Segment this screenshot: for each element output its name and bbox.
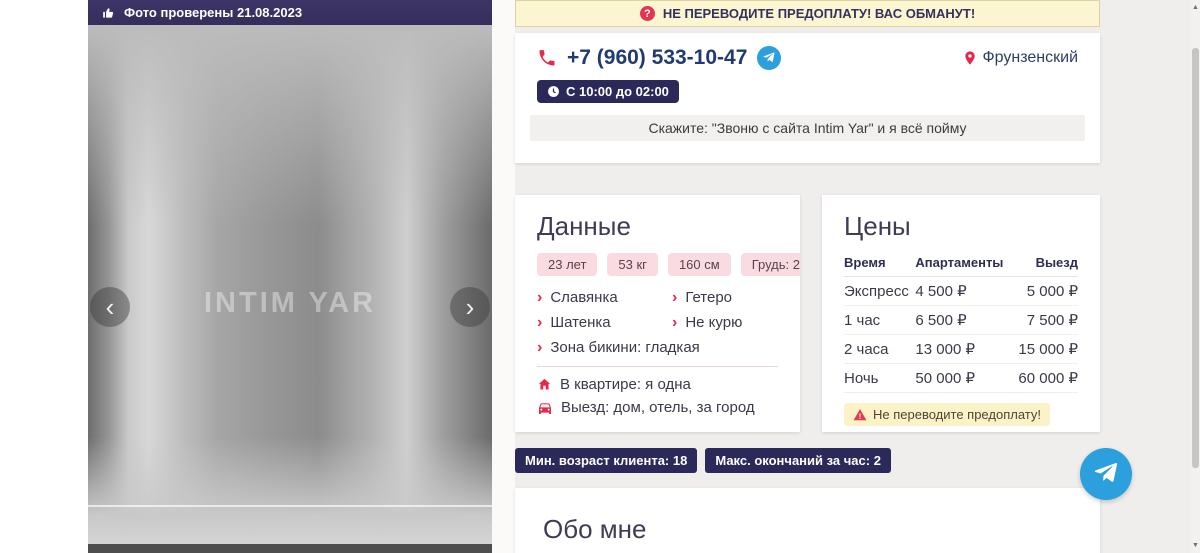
trait-label: Славянка bbox=[550, 289, 617, 306]
working-hours-label: С 10:00 до 02:00 bbox=[566, 84, 669, 99]
about-card: Обо мне bbox=[515, 488, 1100, 553]
price-outcall: 5 000 ₽ bbox=[1012, 277, 1078, 306]
warning-triangle-icon bbox=[853, 408, 867, 422]
chevron-right-icon: › bbox=[672, 315, 677, 331]
table-row: Экспресс 4 500 ₽ 5 000 ₽ bbox=[844, 277, 1078, 306]
profile-photo[interactable]: INTIM YAR ‹ › bbox=[88, 25, 492, 553]
column-gap bbox=[492, 0, 515, 553]
price-time: Экспресс bbox=[844, 277, 915, 306]
trait-item: › Шатенка bbox=[537, 314, 672, 331]
thumbs-up-icon bbox=[102, 6, 116, 20]
carousel-next-button[interactable]: › bbox=[450, 287, 490, 327]
prepayment-chip-label: Не переводите предоплату! bbox=[873, 407, 1041, 422]
price-outcall: 7 500 ₽ bbox=[1012, 306, 1078, 335]
weight-badge: 53 кг bbox=[607, 253, 658, 276]
table-row: 1 час 6 500 ₽ 7 500 ₽ bbox=[844, 306, 1078, 335]
vertical-scrollbar[interactable]: ▲ ▼ bbox=[1191, 0, 1200, 553]
trait-label: Не курю bbox=[685, 314, 742, 331]
prices-title: Цены bbox=[844, 211, 1078, 242]
traits-list: › Славянка › Гетеро › Шатенка › Не курю › Зон… bbox=[537, 289, 778, 356]
height-badge: 160 см bbox=[668, 253, 731, 276]
map-pin-icon bbox=[962, 50, 978, 66]
question-circle-icon: ? bbox=[640, 6, 655, 21]
chevron-right-icon: › bbox=[537, 290, 542, 306]
table-row: Ночь 50 000 ₽ 60 000 ₽ bbox=[844, 364, 1078, 393]
chevron-right-icon: › bbox=[466, 294, 475, 320]
content-column: ? НЕ ПЕРЕВОДИТЕ ПРЕДОПЛАТУ! ВАС ОБМАНУТ!… bbox=[515, 0, 1100, 553]
details-title: Данные bbox=[537, 211, 778, 242]
chevron-right-icon: › bbox=[537, 340, 542, 356]
code-phrase-strip: Скажите: "Звоню с сайта Intim Yar" и я в… bbox=[530, 115, 1085, 141]
max-per-hour-badge: Макс. окончаний за час: 2 bbox=[705, 448, 891, 473]
details-card: Данные 23 лет 53 кг 160 см Грудь: 2 › Сла… bbox=[515, 195, 800, 432]
chevron-right-icon: › bbox=[672, 290, 677, 306]
scroll-up-icon[interactable]: ▲ bbox=[1191, 0, 1200, 15]
price-outcall: 60 000 ₽ bbox=[1012, 364, 1078, 393]
price-table: Время Апартаменты Выезд Экспресс 4 500 ₽… bbox=[844, 253, 1078, 393]
price-outcall: 15 000 ₽ bbox=[1012, 335, 1078, 364]
trait-label: Зона бикини: гладкая bbox=[550, 339, 699, 356]
age-badge: 23 лет bbox=[537, 253, 597, 276]
trait-item: › Гетеро bbox=[672, 289, 778, 306]
prepayment-warning-banner: ? НЕ ПЕРЕВОДИТЕ ПРЕДОПЛАТУ! ВАС ОБМАНУТ! bbox=[515, 0, 1100, 27]
scrollbar-thumb[interactable] bbox=[1192, 48, 1199, 468]
trait-item: › Зона бикини: гладкая bbox=[537, 339, 778, 356]
price-apartments: 6 500 ₽ bbox=[915, 306, 1012, 335]
details-divider bbox=[537, 366, 778, 367]
carousel-prev-button[interactable]: ‹ bbox=[90, 287, 130, 327]
trait-item: › Не курю bbox=[672, 314, 778, 331]
price-apartments: 4 500 ₽ bbox=[915, 277, 1012, 306]
district-label: Фрунзенский bbox=[983, 49, 1078, 67]
bust-badge: Грудь: 2 bbox=[741, 253, 800, 276]
price-apartments: 50 000 ₽ bbox=[915, 364, 1012, 393]
telegram-contact-button[interactable] bbox=[757, 46, 781, 70]
district-link[interactable]: Фрунзенский bbox=[962, 49, 1078, 67]
price-time: 2 часа bbox=[844, 335, 915, 364]
trait-label: Гетеро bbox=[685, 289, 732, 306]
watermark-text: INTIM YAR bbox=[88, 287, 492, 320]
outcall-row: Выезд: дом, отель, за город bbox=[537, 399, 778, 416]
col-time: Время bbox=[844, 253, 915, 277]
photo-panel: Фото проверены 21.08.2023 INTIM YAR ‹ › bbox=[88, 0, 492, 553]
prepayment-warning-text: НЕ ПЕРЕВОДИТЕ ПРЕДОПЛАТУ! ВАС ОБМАНУТ! bbox=[663, 6, 975, 21]
apartment-row: В квартире: я одна bbox=[537, 376, 778, 393]
prepayment-chip: Не переводите предоплату! bbox=[844, 403, 1050, 426]
telegram-plane-icon bbox=[762, 51, 776, 65]
trait-item: › Славянка bbox=[537, 289, 672, 306]
phone-number[interactable]: +7 (960) 533-10-47 bbox=[567, 46, 747, 70]
page-left-margin bbox=[0, 0, 88, 553]
trait-label: Шатенка bbox=[550, 314, 610, 331]
table-row: 2 часа 13 000 ₽ 15 000 ₽ bbox=[844, 335, 1078, 364]
working-hours-badge: С 10:00 до 02:00 bbox=[537, 80, 679, 103]
col-outcall: Выезд bbox=[1012, 253, 1078, 277]
telegram-fab-button[interactable] bbox=[1080, 448, 1132, 500]
about-title: Обо мне bbox=[543, 514, 1072, 545]
prices-card: Цены Время Апартаменты Выезд Экспресс 4 … bbox=[822, 195, 1100, 432]
photo-verified-label: Фото проверены 21.08.2023 bbox=[124, 5, 302, 20]
photo-verified-banner: Фото проверены 21.08.2023 bbox=[88, 0, 492, 25]
house-icon bbox=[537, 377, 552, 392]
telegram-plane-icon bbox=[1092, 460, 1120, 488]
phone-icon bbox=[537, 48, 557, 68]
scroll-down-icon[interactable]: ▼ bbox=[1191, 538, 1200, 553]
price-time: Ночь bbox=[844, 364, 915, 393]
min-age-badge: Мин. возраст клиента: 18 bbox=[515, 448, 697, 473]
price-header-row: Время Апартаменты Выезд bbox=[844, 253, 1078, 277]
contact-card: +7 (960) 533-10-47 Фрунзенский С 10:00 д… bbox=[515, 33, 1100, 163]
price-time: 1 час bbox=[844, 306, 915, 335]
phone-row: +7 (960) 533-10-47 Фрунзенский bbox=[530, 46, 1085, 70]
chevron-right-icon: › bbox=[537, 315, 542, 331]
stats-badge-row: 23 лет 53 кг 160 см Грудь: 2 bbox=[537, 253, 778, 276]
outcall-label: Выезд: дом, отель, за город bbox=[561, 399, 755, 416]
limits-row: Мин. возраст клиента: 18 Макс. окончаний… bbox=[515, 448, 891, 473]
clock-icon bbox=[547, 85, 560, 98]
car-icon bbox=[537, 400, 553, 416]
col-apartments: Апартаменты bbox=[915, 253, 1012, 277]
apartment-label: В квартире: я одна bbox=[560, 376, 691, 393]
chevron-left-icon: ‹ bbox=[106, 294, 115, 320]
price-apartments: 13 000 ₽ bbox=[915, 335, 1012, 364]
